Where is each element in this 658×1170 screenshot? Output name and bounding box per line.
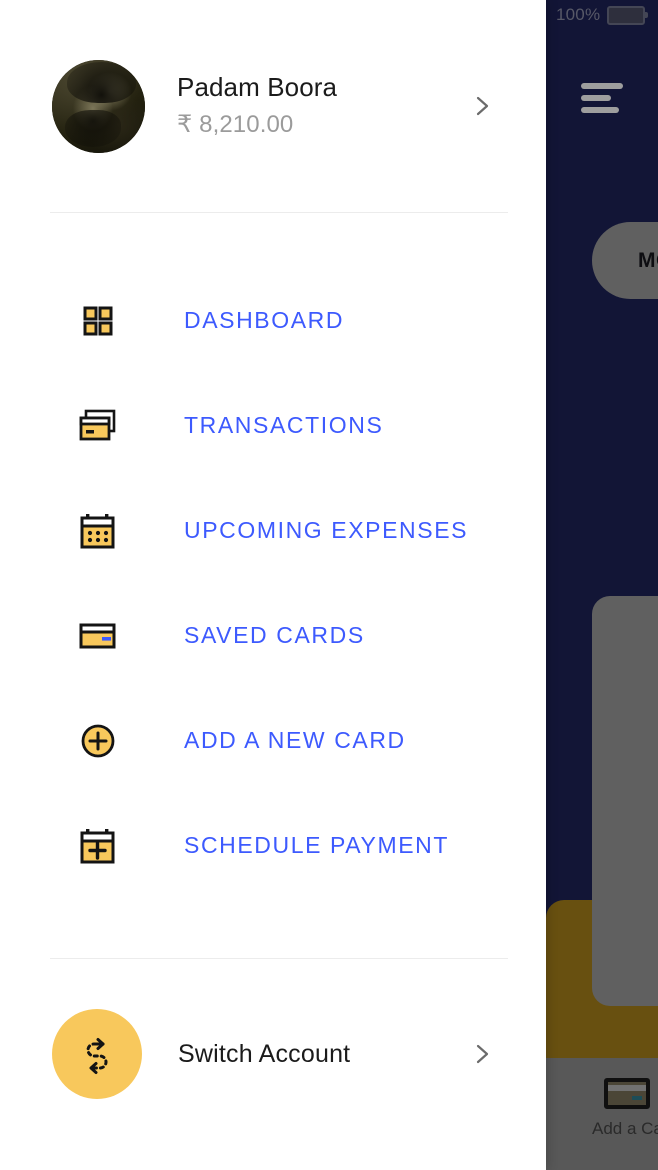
stacked-cards-icon (78, 406, 118, 446)
navigation-drawer: Padam Boora ₹ 8,210.00 DASHBOARD TRANSAC… (0, 0, 546, 1170)
profile-name: Padam Boora (177, 72, 338, 102)
divider-bottom (50, 958, 508, 959)
divider-top (50, 212, 508, 213)
grid-icon (78, 301, 118, 341)
chevron-right-icon[interactable] (472, 95, 494, 117)
month-selector-label: MO (638, 248, 658, 272)
plus-circle-icon (78, 721, 118, 761)
battery-icon (607, 5, 649, 25)
status-bar: 100% (546, 0, 658, 30)
hamburger-icon[interactable] (581, 83, 623, 117)
calendar-plus-icon (78, 826, 118, 866)
swap-arrows-icon (52, 1009, 142, 1099)
profile-text: Padam Boora ₹ 8,210.00 (177, 72, 337, 140)
sidebar-item-saved-cards[interactable]: SAVED CARDS (0, 583, 546, 688)
sidebar-item-label: TRANSACTIONS (184, 412, 384, 438)
switch-account-label: Switch Account (178, 1039, 351, 1068)
sidebar-item-label: SAVED CARDS (184, 622, 365, 648)
card-chip (632, 1096, 643, 1100)
month-selector-pill[interactable]: MO (592, 222, 658, 299)
sidebar-item-label: SCHEDULE PAYMENT (184, 832, 450, 858)
switch-account-row[interactable]: Switch Account (0, 1008, 546, 1100)
calendar-dots-icon (78, 511, 118, 551)
avatar-beard-shade (65, 109, 121, 147)
tab-label: Add a Ca (592, 1119, 658, 1138)
hamburger-bar-1 (581, 83, 623, 89)
sidebar-item-add-a-new-card[interactable]: ADD A NEW CARD (0, 688, 546, 793)
sidebar-item-dashboard[interactable]: DASHBOARD (0, 268, 546, 373)
sidebar-item-label: ADD A NEW CARD (184, 727, 406, 753)
profile-balance: ₹ 8,210.00 (177, 111, 294, 139)
sidebar-item-schedule-payment[interactable]: SCHEDULE PAYMENT (0, 793, 546, 898)
background-app[interactable]: 100% MO Add a Ca (546, 0, 658, 1170)
sidebar-item-label: UPCOMING EXPENSES (184, 517, 469, 543)
credit-card-icon (78, 616, 118, 656)
avatar-hair-shade (66, 62, 136, 104)
content-card-panel[interactable] (592, 596, 658, 1006)
hamburger-bar-2 (581, 95, 611, 101)
chevron-right-icon[interactable] (472, 1043, 494, 1065)
hamburger-bar-3 (581, 107, 619, 113)
card-stripe (608, 1085, 647, 1091)
tab-add-a-card[interactable]: Add a Ca (592, 1078, 658, 1139)
credit-card-icon (604, 1078, 651, 1109)
profile-header[interactable]: Padam Boora ₹ 8,210.00 (0, 0, 546, 212)
avatar[interactable] (52, 59, 145, 153)
sidebar-item-upcoming-expenses[interactable]: UPCOMING EXPENSES (0, 478, 546, 583)
drawer-nav-list: DASHBOARD TRANSACTIONS UPCOMING EXPENSES… (0, 268, 546, 898)
sidebar-item-label: DASHBOARD (184, 307, 345, 333)
bottom-tab-bar[interactable]: Add a Ca (546, 1058, 658, 1170)
battery-percent-label: 100% (556, 5, 601, 24)
app-root: 100% MO Add a Ca (0, 0, 658, 1170)
sidebar-item-transactions[interactable]: TRANSACTIONS (0, 373, 546, 478)
